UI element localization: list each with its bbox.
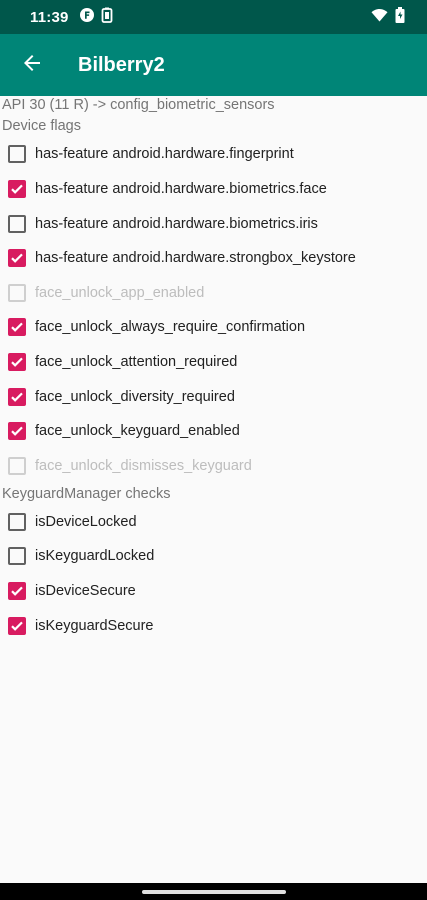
checkbox-label: face_unlock_dismisses_keyguard (35, 458, 252, 474)
checkbox-label: isDeviceLocked (35, 514, 137, 530)
checkbox-row[interactable]: face_unlock_always_require_confirmation (8, 314, 305, 340)
checkbox-label: has-feature android.hardware.strongbox_k… (35, 250, 356, 266)
app-title: Bilberry2 (78, 53, 165, 76)
check-icon (11, 392, 23, 402)
checkbox[interactable] (8, 145, 26, 163)
check-icon (11, 184, 23, 194)
checkbox-label: isDeviceSecure (35, 583, 136, 599)
checkbox-label: face_unlock_always_require_confirmation (35, 319, 306, 335)
checkbox[interactable] (8, 249, 26, 267)
checkbox[interactable] (8, 617, 26, 635)
section-header-device-flags: Device flags (2, 118, 81, 134)
checkbox-label: has-feature android.hardware.fingerprint (35, 146, 294, 162)
checkbox-label: face_unlock_keyguard_enabled (35, 423, 240, 439)
checkbox-row[interactable]: face_unlock_keyguard_enabled (8, 418, 240, 444)
check-icon (11, 621, 23, 631)
checkbox-row[interactable]: face_unlock_diversity_required (8, 384, 235, 410)
checkbox[interactable] (8, 388, 26, 406)
status-left-icons (79, 7, 113, 28)
app-bar: Bilberry2 (0, 34, 427, 96)
checkbox[interactable] (8, 215, 26, 233)
checkbox[interactable] (8, 582, 26, 600)
checkbox (8, 457, 26, 475)
checkbox-label: has-feature android.hardware.biometrics.… (35, 216, 318, 232)
notification-f-icon (79, 7, 95, 28)
checkbox-row: face_unlock_dismisses_keyguard (8, 453, 252, 479)
check-icon (11, 357, 23, 367)
checkbox-label: face_unlock_app_enabled (35, 285, 205, 301)
navigation-bar (0, 883, 427, 900)
home-gesture-handle[interactable] (141, 889, 286, 894)
section-header-keyguard-checks: KeyguardManager checks (2, 486, 171, 502)
checkbox (8, 284, 26, 302)
check-icon (11, 253, 23, 263)
checkbox[interactable] (8, 353, 26, 371)
check-icon (11, 426, 23, 436)
checkbox[interactable] (8, 318, 26, 336)
checkbox-label: face_unlock_diversity_required (35, 389, 235, 405)
status-right-icons (371, 6, 405, 28)
wifi-icon (371, 8, 388, 27)
checkbox[interactable] (8, 180, 26, 198)
api-info-text: API 30 (11 R) -> config_biometric_sensor… (2, 97, 275, 113)
status-bar: 11:39 (0, 0, 427, 34)
checkbox-row[interactable]: isDeviceSecure (8, 578, 136, 604)
checkbox-row[interactable]: isKeyguardSecure (8, 613, 154, 639)
battery-saver-icon (101, 7, 113, 28)
checkbox-label: face_unlock_attention_required (35, 354, 238, 370)
checkbox[interactable] (8, 513, 26, 531)
checkbox-row: face_unlock_app_enabled (8, 280, 204, 306)
check-icon (11, 322, 23, 332)
checkbox-label: isKeyguardLocked (35, 548, 155, 564)
checkbox[interactable] (8, 422, 26, 440)
checkbox-row[interactable]: has-feature android.hardware.biometrics.… (8, 211, 318, 237)
check-icon (11, 586, 23, 596)
checkbox-label: isKeyguardSecure (35, 618, 154, 634)
status-time: 11:39 (30, 8, 69, 26)
checkbox-row[interactable]: has-feature android.hardware.biometrics.… (8, 176, 327, 202)
checkbox-label: has-feature android.hardware.biometrics.… (35, 181, 327, 197)
checkbox-row[interactable]: isDeviceLocked (8, 509, 137, 535)
back-button[interactable] (0, 34, 64, 96)
checkbox-row[interactable]: face_unlock_attention_required (8, 349, 237, 375)
arrow-back-icon (22, 53, 42, 78)
checkbox[interactable] (8, 547, 26, 565)
checkbox-row[interactable]: has-feature android.hardware.fingerprint (8, 141, 294, 167)
checkbox-row[interactable]: isKeyguardLocked (8, 543, 154, 569)
checkbox-row[interactable]: has-feature android.hardware.strongbox_k… (8, 245, 356, 271)
battery-icon (395, 6, 405, 28)
